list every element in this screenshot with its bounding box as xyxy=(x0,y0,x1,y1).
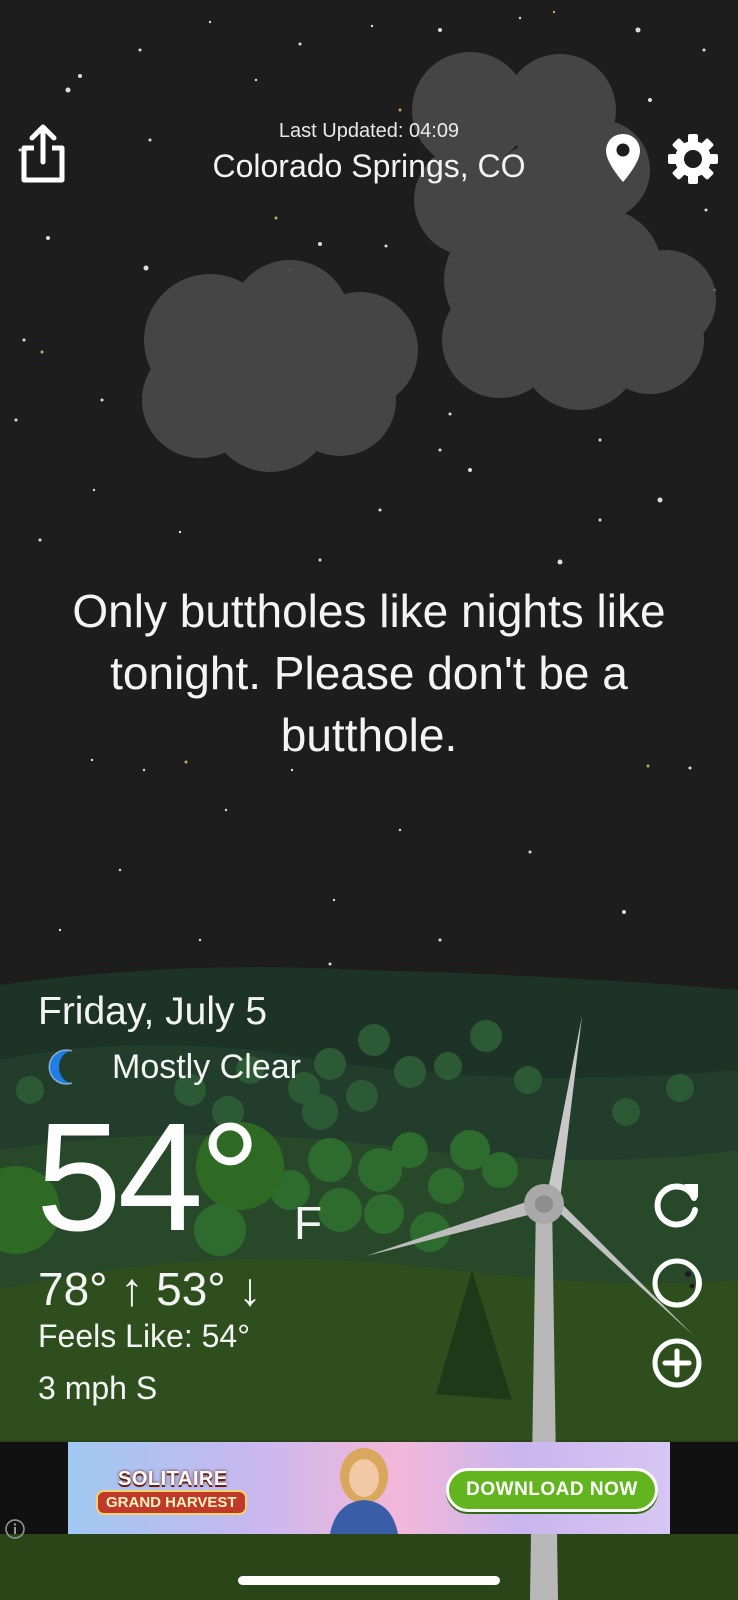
home-indicator[interactable] xyxy=(238,1576,500,1585)
wind-text: 3 mph S xyxy=(38,1370,158,1406)
night-scene-background xyxy=(0,0,738,1600)
location-button[interactable] xyxy=(604,132,642,184)
settings-button[interactable] xyxy=(666,132,720,186)
refresh-icon xyxy=(654,1183,698,1228)
add-icon xyxy=(652,1338,702,1388)
header: Last Updated: 04:09 Colorado Springs, CO xyxy=(0,0,738,230)
location-pin-icon xyxy=(606,134,640,182)
add-location-button[interactable] xyxy=(650,1336,704,1390)
ad-info-icon[interactable] xyxy=(4,1518,26,1540)
current-temperature: 54° xyxy=(36,1091,261,1263)
ad-logo: SOLITAIRE GRAND HARVEST xyxy=(96,1456,266,1520)
ad-brand-line2: GRAND HARVEST xyxy=(96,1490,247,1515)
refresh-button[interactable] xyxy=(650,1178,704,1232)
temperature-unit[interactable]: F xyxy=(294,1196,322,1250)
moon-icon xyxy=(48,1049,73,1085)
moon-phase-button[interactable] xyxy=(650,1256,704,1310)
gear-icon xyxy=(668,134,718,184)
feels-like-text: Feels Like: 54° xyxy=(38,1318,251,1354)
forecast-date: Friday, July 5 xyxy=(38,990,268,1033)
ad-download-button[interactable]: DOWNLOAD NOW xyxy=(446,1468,658,1512)
ad-banner-area: SOLITAIRE GRAND HARVEST DOWNLOAD NOW xyxy=(0,1442,738,1539)
ad-brand-line1: SOLITAIRE xyxy=(118,1468,228,1490)
ad-banner[interactable]: SOLITAIRE GRAND HARVEST DOWNLOAD NOW xyxy=(68,1442,670,1534)
high-low-temperature: 78° ↑ 53° ↓ xyxy=(38,1263,262,1315)
ad-person-image xyxy=(330,1448,398,1534)
moon-phase-icon xyxy=(652,1258,702,1308)
weather-quote: Only buttholes like nights like tonight.… xyxy=(72,585,666,761)
condition-text: Mostly Clear xyxy=(112,1048,301,1086)
